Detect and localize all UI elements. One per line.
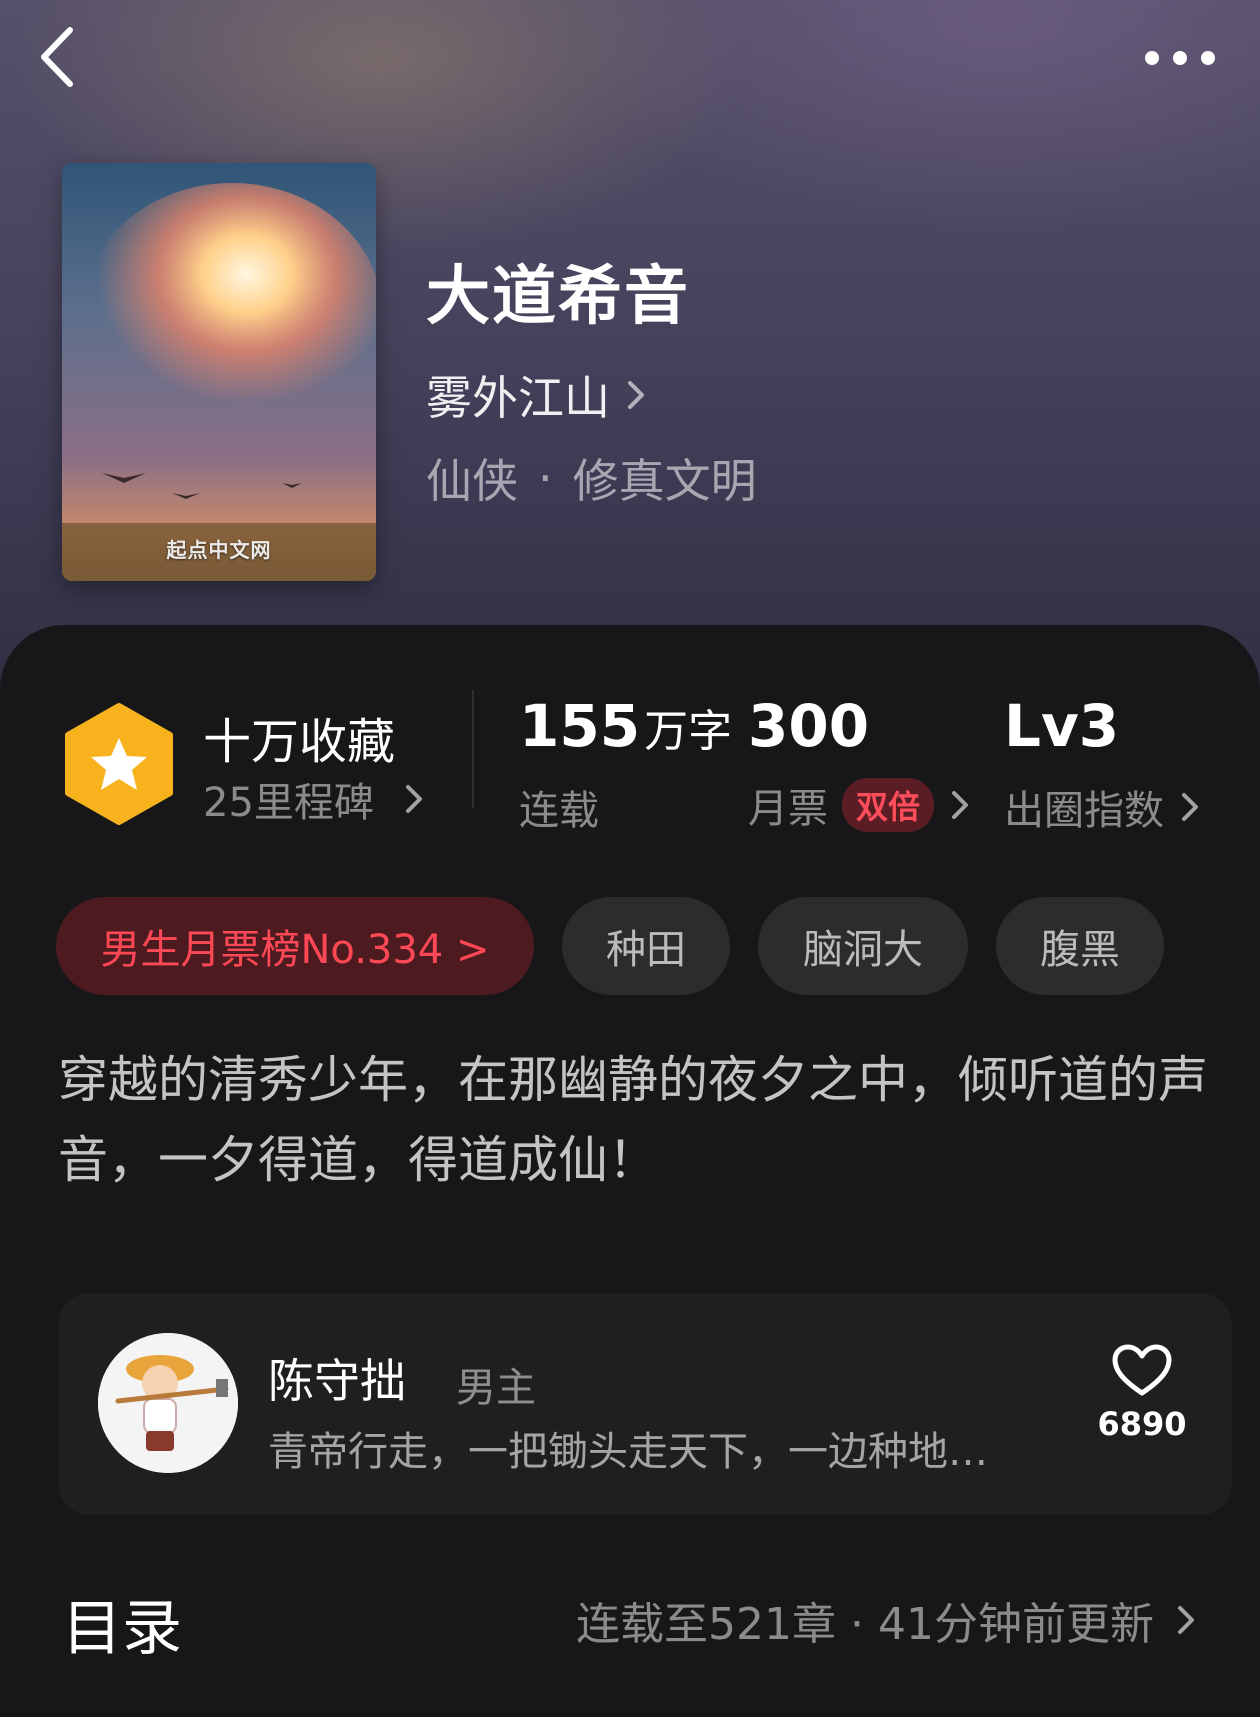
cover-image: [62, 163, 376, 581]
double-badge: 双倍: [842, 778, 935, 832]
level-value: Lv3: [1004, 692, 1120, 760]
tag-list: 男生月票榜No.334 > 种田 脑洞大 腹黑: [56, 897, 1164, 995]
character-role: 男主: [456, 1365, 536, 1411]
character-description: 青帝行走，一把锄头走天下，一边种地…: [268, 1429, 988, 1475]
toc-title: 目录: [62, 1594, 182, 1664]
book-title: 大道希音: [426, 260, 690, 334]
genre-row: 仙侠 · 修真文明: [426, 445, 757, 511]
book-intro[interactable]: 穿越的清秀少年，在那幽静的夜夕之中，倾听道的声音，一夕得道，得道成仙！: [58, 1040, 1208, 1200]
chevron-right-icon: [1182, 793, 1198, 821]
character-name: 陈守拙: [268, 1354, 406, 1408]
back-button[interactable]: [30, 22, 90, 92]
monthly-tickets-value: 300: [748, 692, 870, 760]
like-button[interactable]: 6890: [1092, 1343, 1192, 1443]
character-card[interactable]: 陈守拙 男主 青帝行走，一把锄头走天下，一边种地… 6890: [58, 1293, 1232, 1515]
milestones-label: 25里程碑: [203, 780, 374, 826]
subgenre-label: 修真文明: [572, 454, 757, 508]
level-label: 出圈指数: [1004, 788, 1164, 834]
toc-link[interactable]: 连载至521章 · 41分钟前更新: [576, 1588, 1200, 1652]
monthly-tickets-label: 月票: [748, 786, 828, 832]
cover-brand-text: 起点中文网: [166, 538, 272, 562]
chevron-right-icon: [628, 381, 644, 409]
word-count-value: 155: [519, 692, 641, 760]
favorites-title: 十万收藏: [203, 714, 396, 770]
word-count: 155万字: [519, 692, 732, 760]
toc-status: 连载至521章 · 41分钟前更新: [576, 1599, 1154, 1650]
character-avatar-image: [98, 1333, 238, 1473]
favorites-badge[interactable]: [62, 702, 176, 826]
tag-scheming[interactable]: 腹黑: [996, 897, 1164, 995]
star-badge-icon: [65, 703, 173, 825]
stats-divider: [472, 690, 474, 808]
character-avatar: [98, 1333, 238, 1473]
more-button[interactable]: [1140, 40, 1220, 76]
tag-rank[interactable]: 男生月票榜No.334 >: [56, 897, 534, 995]
chevron-right-icon: [1178, 1606, 1194, 1634]
book-cover[interactable]: 起点中文网: [62, 163, 376, 581]
author-name: 雾外江山: [426, 371, 610, 425]
genre-label: 仙侠: [426, 454, 518, 508]
tag-farming[interactable]: 种田: [562, 897, 730, 995]
level-link[interactable]: 出圈指数: [1004, 778, 1204, 836]
milestones-link[interactable]: 25里程碑: [203, 770, 428, 828]
word-count-unit: 万字: [644, 706, 733, 757]
heart-icon: [1112, 1344, 1172, 1396]
author-link[interactable]: 雾外江山: [426, 362, 650, 428]
back-icon: [41, 27, 73, 87]
chevron-right-icon: [405, 785, 422, 813]
word-count-label: 连载: [519, 788, 599, 834]
separator-dot: ·: [538, 451, 553, 505]
more-icon: [1145, 51, 1215, 65]
chevron-right-icon: [952, 791, 969, 819]
monthly-tickets-link[interactable]: 月票 双倍: [748, 776, 974, 834]
tag-creative[interactable]: 脑洞大: [758, 897, 968, 995]
like-count: 6890: [1097, 1405, 1187, 1443]
